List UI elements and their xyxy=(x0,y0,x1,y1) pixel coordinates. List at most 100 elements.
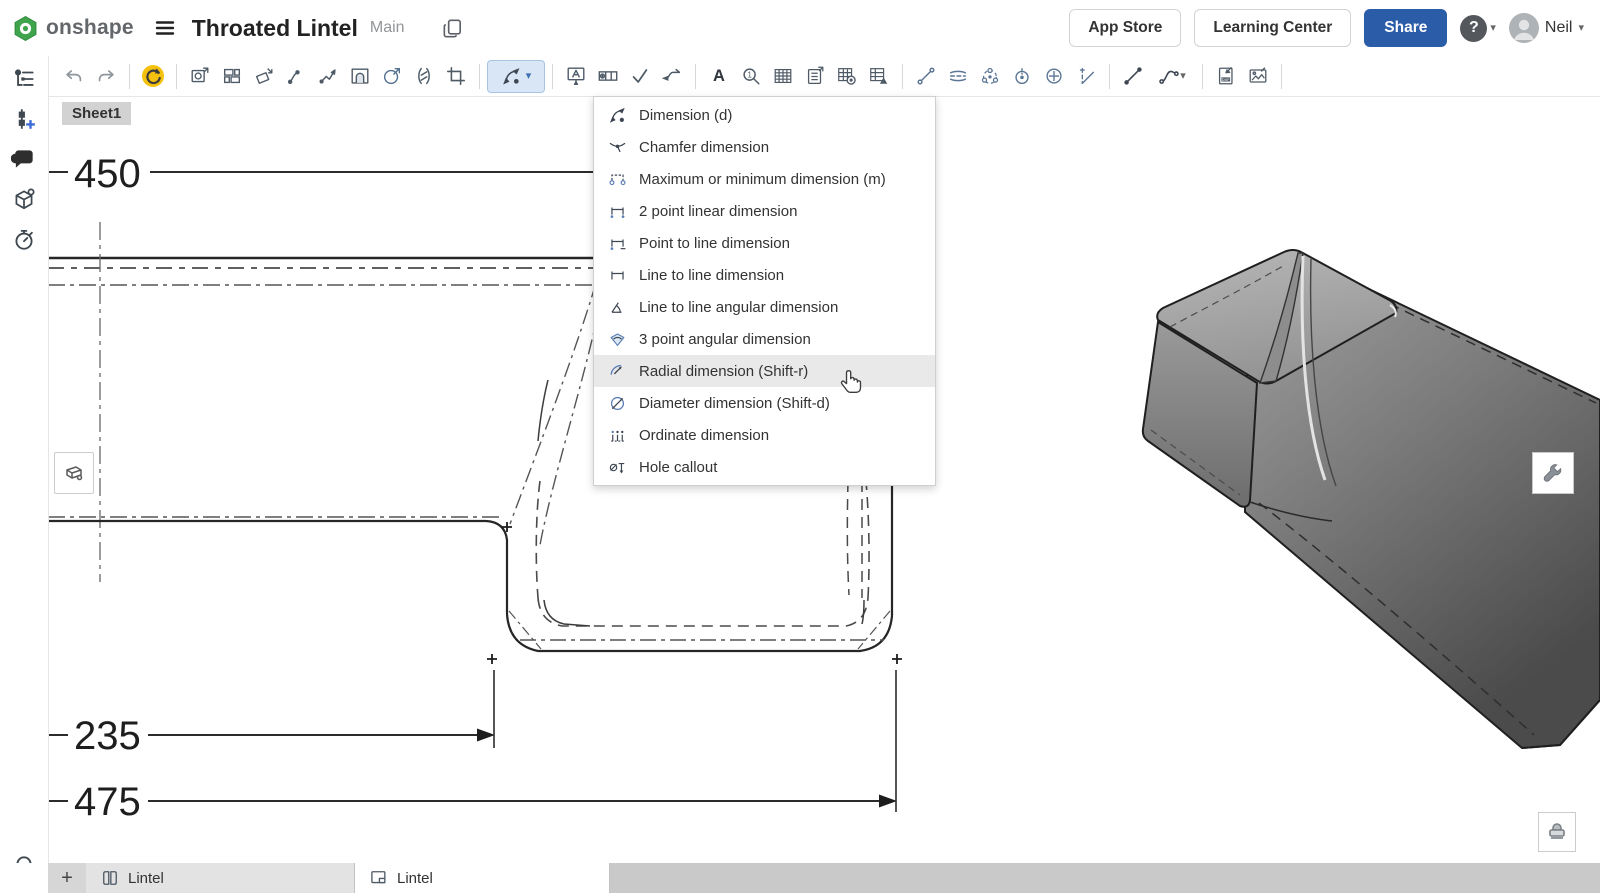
redo-icon xyxy=(95,65,117,87)
share-button[interactable]: Share xyxy=(1364,9,1447,47)
menu-item-diameter-dimension[interactable]: Diameter dimension (Shift-d) xyxy=(594,387,935,419)
menu-item-label: 3 point angular dimension xyxy=(639,331,811,348)
view-layout-button[interactable] xyxy=(216,61,248,91)
app-store-button[interactable]: App Store xyxy=(1069,9,1181,47)
dimension-tool-button[interactable]: ▾ xyxy=(487,60,545,93)
tab-part-studio-lintel[interactable]: Lintel xyxy=(86,863,355,893)
menu-item-line-to-line-dimension[interactable]: Line to line dimension xyxy=(594,259,935,291)
toolbar-separator xyxy=(902,64,903,89)
dimension-235-group[interactable]: 235 xyxy=(48,670,495,758)
user-menu[interactable]: Neil ▾ xyxy=(1509,13,1584,43)
workspace-label[interactable]: Main xyxy=(370,19,405,37)
add-tab-button[interactable]: + xyxy=(48,863,86,893)
chevron-down-icon: ▾ xyxy=(1490,23,1496,34)
menu-item-label: Point to line dimension xyxy=(639,235,790,252)
document-sidebar xyxy=(0,56,49,893)
detail-view-button[interactable] xyxy=(376,61,408,91)
menu-item-label: Radial dimension (Shift-r) xyxy=(639,363,808,380)
copy-document-button[interactable] xyxy=(439,14,467,42)
onshape-logo[interactable]: onshape xyxy=(12,15,134,42)
drawing-view-button[interactable] xyxy=(54,452,94,494)
chevron-down-icon: ▾ xyxy=(526,71,532,82)
menu-item-chamfer-dimension[interactable]: Chamfer dimension xyxy=(594,131,935,163)
auxiliary-view-button[interactable] xyxy=(248,61,280,91)
3d-part-view[interactable] xyxy=(1143,250,1600,748)
dimension-value[interactable]: 450 xyxy=(74,152,141,196)
learning-center-button[interactable]: Learning Center xyxy=(1194,9,1351,47)
partial-section-icon xyxy=(317,65,339,87)
crop-view-button[interactable] xyxy=(440,61,472,91)
menu-item-label: Line to line dimension xyxy=(639,267,784,284)
tab-drawing-lintel[interactable]: Lintel xyxy=(355,863,610,893)
centerline-button[interactable] xyxy=(942,61,974,91)
table-button[interactable] xyxy=(767,61,799,91)
break-view-button[interactable] xyxy=(408,61,440,91)
help-menu[interactable]: ? ▾ xyxy=(1460,15,1496,42)
line-button[interactable] xyxy=(1117,61,1149,91)
text-button[interactable]: A xyxy=(703,61,735,91)
multi-leader-button[interactable] xyxy=(656,61,688,91)
geometric-tolerance-button[interactable] xyxy=(592,61,624,91)
dimension-tool-menu: Dimension (d) Chamfer dimension Maximum … xyxy=(593,96,936,486)
circular-center-mark-button[interactable] xyxy=(1006,61,1038,91)
hole-table-button[interactable] xyxy=(831,61,863,91)
centerline-two-points-button[interactable] xyxy=(910,61,942,91)
part-studio-icon xyxy=(100,868,120,888)
revision-table-button[interactable] xyxy=(863,61,895,91)
centerline-two-points-icon xyxy=(915,65,937,87)
menu-item-ordinate-dimension[interactable]: Ordinate dimension xyxy=(594,419,935,451)
center-mark-button[interactable] xyxy=(1038,61,1070,91)
update-views-icon xyxy=(140,63,166,89)
centerline-bisector-button[interactable] xyxy=(1070,61,1102,91)
spline-button[interactable]: ▾ xyxy=(1149,61,1195,91)
note-button[interactable] xyxy=(560,61,592,91)
dimension-value[interactable]: 475 xyxy=(74,780,141,824)
menu-item-3-point-angular-dimension[interactable]: 3 point angular dimension xyxy=(594,323,935,355)
feature-list-button[interactable] xyxy=(7,62,41,96)
redo-button[interactable] xyxy=(90,61,122,91)
menu-item-radial-dimension[interactable]: Radial dimension (Shift-r) xyxy=(594,355,935,387)
menu-item-2-point-linear-dimension[interactable]: 2 point linear dimension xyxy=(594,195,935,227)
history-button[interactable] xyxy=(7,222,41,256)
comments-button[interactable] xyxy=(7,142,41,176)
menu-item-point-to-line-dimension[interactable]: Point to line dimension xyxy=(594,227,935,259)
sheet-tab[interactable]: Sheet1 xyxy=(62,102,131,125)
main-menu-button[interactable] xyxy=(152,15,178,41)
dimension-475-group[interactable]: 475 xyxy=(48,670,897,824)
toolbar-separator xyxy=(479,64,480,89)
two-point-linear-dimension-icon xyxy=(606,200,628,222)
tab-bar-filler xyxy=(610,863,1600,893)
insert-view-button[interactable] xyxy=(184,61,216,91)
surface-finish-button[interactable] xyxy=(624,61,656,91)
update-views-button[interactable] xyxy=(137,61,169,91)
export-dxf-button[interactable]: DXF xyxy=(1210,61,1242,91)
chevron-down-icon: ▾ xyxy=(1578,23,1584,34)
print-button[interactable] xyxy=(1538,812,1576,852)
line-to-line-angular-dimension-icon xyxy=(606,296,628,318)
insert-image-button[interactable] xyxy=(1242,61,1274,91)
menu-item-dimension[interactable]: Dimension (d) xyxy=(594,99,935,131)
auxiliary-view-icon xyxy=(253,65,275,87)
versions-button[interactable] xyxy=(7,182,41,216)
menu-item-line-to-line-angular-dimension[interactable]: Line to line angular dimension xyxy=(594,291,935,323)
section-line-button[interactable] xyxy=(280,61,312,91)
bom-table-button[interactable] xyxy=(799,61,831,91)
view-tools-button[interactable] xyxy=(1532,452,1574,494)
dimension-value[interactable]: 235 xyxy=(74,714,141,758)
radial-dimension-icon xyxy=(606,360,628,382)
configurations-button[interactable] xyxy=(7,102,41,136)
broken-out-section-button[interactable] xyxy=(344,61,376,91)
menu-item-max-min-dimension[interactable]: Maximum or minimum dimension (m) xyxy=(594,163,935,195)
undo-button[interactable] xyxy=(58,61,90,91)
tab-label: Lintel xyxy=(397,870,433,887)
document-title: Throated Lintel xyxy=(192,15,358,42)
center-mark-pattern-icon xyxy=(979,65,1001,87)
center-mark-pattern-button[interactable] xyxy=(974,61,1006,91)
chamfer-dimension-icon xyxy=(606,136,628,158)
document-tab-bar: + Lintel Lintel xyxy=(0,863,1600,893)
menu-item-hole-callout[interactable]: Hole callout xyxy=(594,451,935,483)
broken-out-section-icon xyxy=(349,65,371,87)
insert-image-icon xyxy=(1247,65,1269,87)
inspect-button[interactable]: 1 xyxy=(735,61,767,91)
partial-section-button[interactable] xyxy=(312,61,344,91)
